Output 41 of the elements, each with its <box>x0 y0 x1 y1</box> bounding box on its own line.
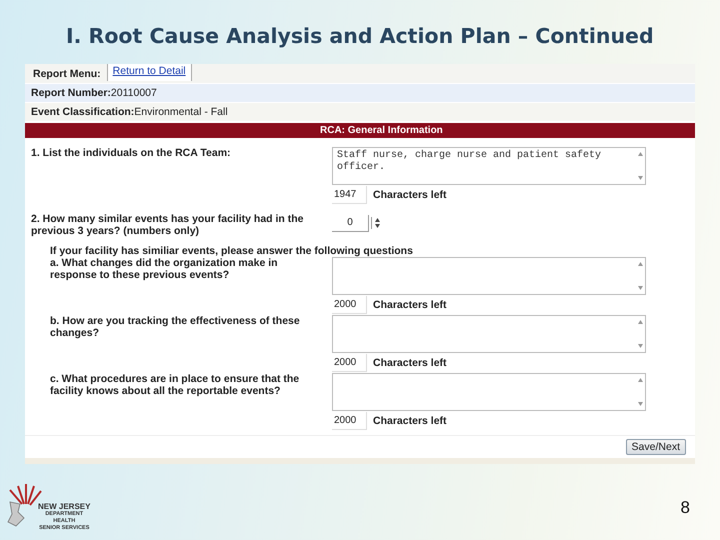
instruction-text: If your facility has similiar events, please answer the following questions <box>49 245 414 257</box>
counter-label: Characters left <box>373 299 447 311</box>
save-next-button[interactable]: Save/Next <box>626 439 686 455</box>
info-label: Event Classification: <box>31 106 134 118</box>
scroll-down-icon[interactable] <box>638 344 642 348</box>
question-label: c. What procedures are in place to ensure that the facility knows about all the reportable events? <box>49 373 300 399</box>
question-label: b. How are you tracking the effectiveness of these changes? <box>49 315 301 341</box>
info-value: Environmental - Fall <box>134 106 228 118</box>
character-counter: 2000 <box>332 412 367 430</box>
text-area[interactable] <box>332 373 646 411</box>
character-counter: 2000 <box>332 296 367 314</box>
info-value: 20110007 <box>110 87 157 99</box>
scroll-down-icon[interactable] <box>638 286 642 290</box>
scroll-up-icon[interactable] <box>638 152 642 156</box>
number-field[interactable]: 0 <box>332 214 369 232</box>
counter-label: Characters left <box>373 415 447 427</box>
counter-label: Characters left <box>373 189 447 201</box>
scroll-up-icon[interactable] <box>638 320 642 324</box>
menu-label: Report Menu: <box>33 67 101 80</box>
question-label: a. What changes did the organization make in response to these previous events? <box>49 257 279 283</box>
text-area[interactable] <box>332 257 646 295</box>
counter-label: Characters left <box>373 357 447 369</box>
page-number: 8 <box>680 498 690 518</box>
character-counter: 2000 <box>332 354 367 372</box>
character-counter: 1947 <box>332 186 367 204</box>
text-area[interactable]: Staff nurse, charge nurse and patient safety officer. <box>332 147 646 185</box>
spin-up-icon[interactable] <box>375 218 380 222</box>
spin-down-icon[interactable] <box>375 224 380 228</box>
scroll-up-icon[interactable] <box>638 378 642 382</box>
spinner-control[interactable] <box>371 217 383 229</box>
text-area[interactable] <box>332 315 646 353</box>
scroll-down-icon[interactable] <box>638 402 642 406</box>
scroll-down-icon[interactable] <box>638 176 642 180</box>
info-label: Report Number: <box>31 87 111 99</box>
question-label: 2. How many similar events has your facility had in the previous 3 years? (numbers only) <box>30 213 305 237</box>
section-header: RCA: General Information <box>25 123 695 138</box>
return-link[interactable]: Return to Detail <box>106 64 192 81</box>
question-label: 1. List the individuals on the RCA Team: <box>30 147 232 161</box>
scroll-up-icon[interactable] <box>638 262 642 266</box>
slide-title: I. Root Cause Analysis and Action Plan – Continued <box>65 23 655 50</box>
logo-text: NEW JERSEY <box>38 502 90 511</box>
